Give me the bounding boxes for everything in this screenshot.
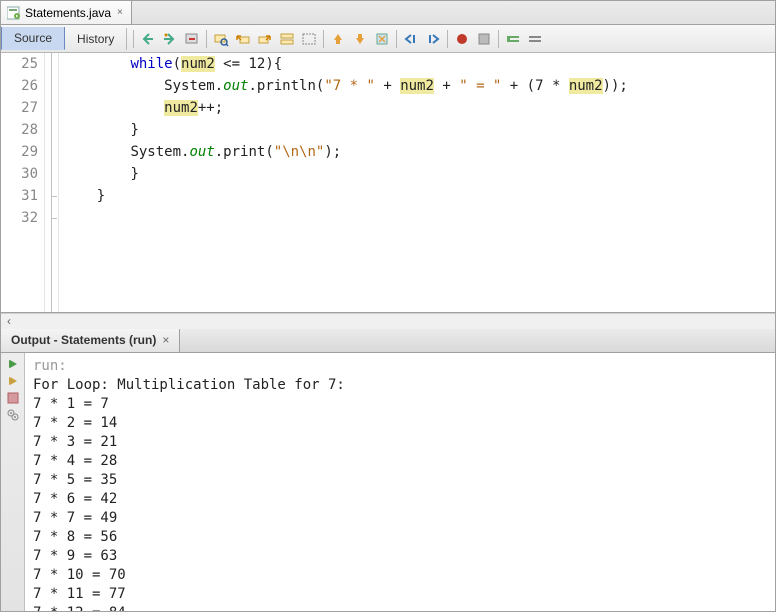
find-selection-icon[interactable] <box>211 29 231 49</box>
close-icon[interactable]: × <box>162 333 169 347</box>
toggle-bookmark-icon[interactable] <box>372 29 392 49</box>
editor-toolbar: Source History <box>1 25 775 53</box>
tab-history[interactable]: History <box>65 28 127 50</box>
code-editor[interactable]: 2526272829303132 while(num2 <= 12){ Syst… <box>1 53 775 313</box>
macro-stop-icon[interactable] <box>474 29 494 49</box>
find-next-icon[interactable] <box>255 29 275 49</box>
file-tab-label: Statements.java <box>25 6 111 20</box>
toggle-rect-icon[interactable] <box>299 29 319 49</box>
java-file-icon <box>7 6 21 20</box>
code-text[interactable]: while(num2 <= 12){ System.out.println("7… <box>59 53 775 312</box>
shift-left-icon[interactable] <box>401 29 421 49</box>
comment-icon[interactable] <box>503 29 523 49</box>
toolbar-icons <box>127 29 775 49</box>
rerun-alt-icon[interactable] <box>6 374 20 388</box>
close-icon[interactable]: × <box>115 7 125 18</box>
output-tab-bar: Output - Statements (run) × <box>1 329 775 353</box>
prev-bookmark-icon[interactable] <box>328 29 348 49</box>
toggle-highlight-icon[interactable] <box>277 29 297 49</box>
output-text[interactable]: run:For Loop: Multiplication Table for 7… <box>25 353 775 612</box>
editor-hscroll[interactable]: ‹ <box>1 313 775 329</box>
minus-icon[interactable] <box>182 29 202 49</box>
fold-gutter <box>45 53 59 312</box>
forward-icon[interactable] <box>160 29 180 49</box>
settings-icon[interactable] <box>6 408 20 422</box>
output-tab[interactable]: Output - Statements (run) × <box>1 329 180 352</box>
tab-source[interactable]: Source <box>1 27 65 50</box>
line-gutter: 2526272829303132 <box>1 53 45 312</box>
back-icon[interactable] <box>138 29 158 49</box>
uncomment-icon[interactable] <box>525 29 545 49</box>
output-tab-label: Output - Statements (run) <box>11 333 156 347</box>
file-tab-bar: Statements.java × <box>1 1 775 25</box>
rerun-icon[interactable] <box>6 357 20 371</box>
file-tab-statements[interactable]: Statements.java × <box>1 1 132 24</box>
output-panel: run:For Loop: Multiplication Table for 7… <box>1 353 775 612</box>
shift-right-icon[interactable] <box>423 29 443 49</box>
find-prev-icon[interactable] <box>233 29 253 49</box>
next-bookmark-icon[interactable] <box>350 29 370 49</box>
output-gutter <box>1 353 25 612</box>
stop-icon[interactable] <box>6 391 20 405</box>
macro-record-icon[interactable] <box>452 29 472 49</box>
